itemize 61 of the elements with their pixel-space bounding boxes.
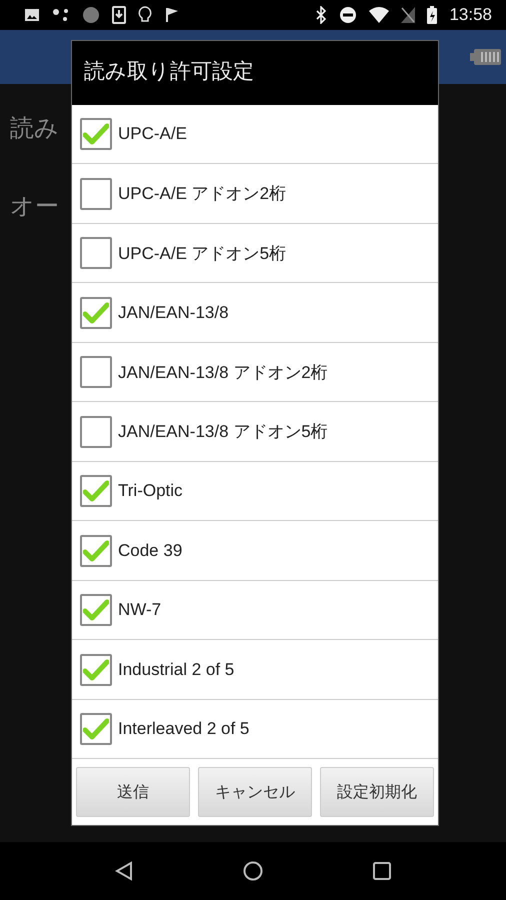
checkbox-row[interactable]: Interleaved 2 of 5 <box>72 700 438 760</box>
check-icon <box>83 302 109 324</box>
do-not-disturb-icon <box>339 6 358 24</box>
checkbox-row[interactable]: JAN/EAN-13/8 アドオン5桁 <box>72 402 438 462</box>
checkbox-row[interactable]: NW-7 <box>72 580 438 640</box>
checkbox-label: UPC-A/E <box>118 124 187 144</box>
image-icon <box>24 7 40 23</box>
wifi-icon <box>369 7 390 23</box>
circle-icon <box>82 6 100 24</box>
dialog-button[interactable]: 送信 <box>76 767 190 817</box>
check-icon <box>83 480 109 502</box>
check-icon <box>83 658 109 681</box>
dialog-button[interactable]: 設定初期化 <box>320 767 434 817</box>
checkbox-label: Industrial 2 of 5 <box>118 660 234 680</box>
checkbox[interactable] <box>80 416 112 448</box>
check-icon <box>83 540 109 562</box>
no-signal-icon <box>401 7 416 23</box>
checkbox-label: JAN/EAN-13/8 アドオン5桁 <box>118 421 328 444</box>
flag-icon <box>164 7 180 23</box>
dialog-title: 読み取り許可設定 <box>72 41 438 105</box>
checkbox-row[interactable]: Tri-Optic <box>72 462 438 522</box>
checkbox-row[interactable]: Code 39 <box>72 521 438 581</box>
checkbox-label: NW-7 <box>118 600 162 620</box>
checkbox-label: JAN/EAN-13/8 <box>118 302 229 323</box>
checkbox-row[interactable]: JAN/EAN-13/8 アドオン2桁 <box>72 342 438 402</box>
check-icon <box>83 599 109 622</box>
checkbox[interactable] <box>80 713 112 746</box>
check-icon <box>83 718 109 740</box>
setting-label: 読み <box>10 113 59 144</box>
checkbox[interactable] <box>80 594 112 626</box>
checkbox[interactable] <box>80 356 112 388</box>
checkbox-row[interactable]: UPC-A/E アドオン2桁 <box>72 164 438 224</box>
share-icon <box>52 7 70 23</box>
checkbox-label: Interleaved 2 of 5 <box>118 719 250 740</box>
battery-icon <box>470 48 502 66</box>
checkbox[interactable] <box>80 237 112 270</box>
recents-icon[interactable] <box>373 862 391 880</box>
checkbox[interactable] <box>80 475 112 508</box>
bluetooth-icon <box>315 6 328 24</box>
checkbox[interactable] <box>80 534 112 567</box>
checkbox-row[interactable]: UPC-A/E アドオン5桁 <box>72 224 438 284</box>
clock-time: 13:58 <box>449 5 492 25</box>
download-icon <box>112 6 126 24</box>
checkbox-row[interactable]: Industrial 2 of 5 <box>72 640 438 700</box>
battery-charging-icon <box>427 6 438 24</box>
checkbox[interactable] <box>80 178 112 210</box>
checkbox-label: UPC-A/E アドオン5桁 <box>118 242 286 265</box>
checkbox-label: UPC-A/E アドオン2桁 <box>118 183 286 206</box>
checkbox[interactable] <box>80 118 112 150</box>
home-icon[interactable] <box>243 861 263 881</box>
checkbox[interactable] <box>80 296 112 329</box>
check-icon <box>83 123 109 146</box>
checkbox[interactable] <box>80 654 112 686</box>
dialog-button[interactable]: キャンセル <box>198 767 312 817</box>
checkbox-label: Code 39 <box>118 540 182 561</box>
checkbox-row[interactable]: JAN/EAN-13/8 <box>72 283 438 343</box>
checkbox-row[interactable]: UPC-A/E <box>72 104 438 164</box>
checkbox-label: JAN/EAN-13/8 アドオン2桁 <box>118 362 328 384</box>
back-icon[interactable] <box>115 861 133 881</box>
setting-label: オー <box>10 191 59 222</box>
checkbox-label: Tri-Optic <box>118 481 183 502</box>
